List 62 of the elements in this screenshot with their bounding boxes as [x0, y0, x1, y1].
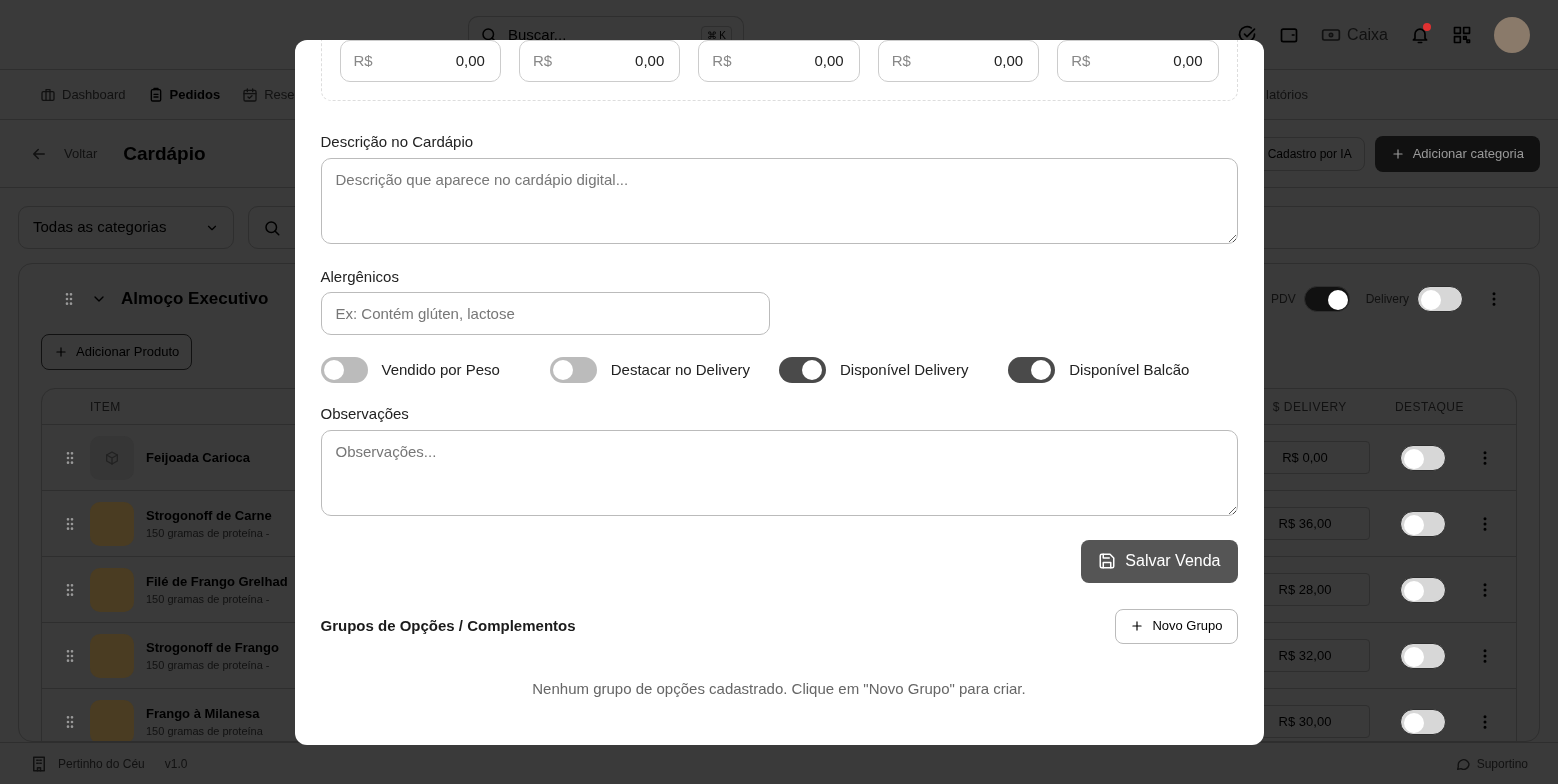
bell-icon[interactable]: [1410, 25, 1430, 45]
field-label: Observações: [320, 404, 410, 424]
currency-prefix: R$: [712, 50, 732, 71]
plus-icon: [54, 344, 68, 359]
save-button[interactable]: Salvar Venda: [1081, 539, 1238, 583]
toggle-label: Disponível Balcão: [1069, 359, 1190, 380]
product-name: Filé de Frango Grelhad: [146, 572, 288, 591]
price-input[interactable]: 0,00: [910, 48, 1026, 74]
product-name: Strogonoff de Frango: [146, 638, 279, 657]
price-field[interactable]: R$ 0,00: [877, 40, 1040, 82]
currency-prefix: R$: [353, 50, 373, 71]
building-icon: [30, 754, 48, 773]
currency-prefix: R$: [532, 50, 553, 71]
product-name: Feijoada Carioca: [146, 448, 251, 467]
section-title: Grupos de Opções / Complementos: [320, 615, 576, 636]
product-name: Strogonoff de Carne: [146, 506, 272, 525]
toggle-switch[interactable]: [320, 357, 368, 383]
featured-toggle[interactable]: [1400, 576, 1446, 603]
category-name: Almoço Executivo: [121, 288, 269, 311]
toggle-switch[interactable]: [1008, 357, 1056, 383]
add-category-button[interactable]: Adicionar categoria: [1374, 136, 1540, 172]
notification-dot: [1423, 23, 1431, 31]
delivery-toggle[interactable]: [1417, 286, 1463, 312]
plus-icon: [1130, 619, 1145, 633]
toggle-switch[interactable]: [549, 357, 597, 383]
add-product-button[interactable]: Adicionar Produto: [41, 334, 193, 370]
page-title: Cardápio: [123, 141, 206, 166]
featured-toggle[interactable]: [1400, 708, 1446, 735]
product-name: Frango à Milanesa: [146, 704, 261, 723]
nav-icon: [242, 87, 259, 103]
featured-toggle[interactable]: [1400, 642, 1446, 669]
price-field[interactable]: R$ 0,00: [1057, 40, 1219, 82]
allergens-field[interactable]: Ex: Contém glúten, lactose: [320, 292, 770, 335]
notes-field[interactable]: Observações...: [320, 429, 1238, 516]
currency-prefix: R$: [1071, 50, 1091, 71]
price-input[interactable]: 0,00: [731, 48, 846, 74]
description-field[interactable]: Descrição que aparece no cardápio digital...: [320, 157, 1238, 244]
price-field[interactable]: R$ 0,00: [339, 40, 501, 82]
pdv-toggle[interactable]: [1303, 286, 1350, 312]
toggle-label: Vendido por Peso: [381, 359, 500, 380]
nav-icon: [40, 87, 56, 103]
save-icon: [1098, 552, 1117, 570]
new-group-button[interactable]: Novo Grupo: [1115, 608, 1238, 644]
toggle-label: Destacar no Delivery: [610, 359, 750, 380]
search-icon: [263, 218, 281, 237]
price-input[interactable]: 0,00: [552, 48, 667, 74]
featured-toggle[interactable]: [1400, 444, 1446, 471]
price-input[interactable]: 0,00: [1090, 48, 1205, 74]
price-field[interactable]: R$ 0,00: [698, 40, 860, 82]
category-select[interactable]: Todas as categorias: [18, 206, 234, 249]
toggle-label: Disponível Delivery: [840, 359, 969, 380]
field-label: Descrição no Cardápio: [320, 132, 475, 152]
featured-toggle[interactable]: [1400, 510, 1446, 537]
field-label: Alergênicos: [320, 266, 400, 287]
plus-icon: [1390, 147, 1405, 161]
avatar[interactable]: [1494, 17, 1530, 53]
currency-prefix: R$: [891, 50, 911, 71]
nav-tab[interactable]: Pedidos: [147, 85, 221, 105]
price-input[interactable]: 0,00: [372, 48, 487, 74]
toggle-switch[interactable]: [779, 357, 826, 383]
price-field[interactable]: R$ 0,00: [518, 40, 681, 82]
empty-state-message: Nenhum grupo de opções cadastrado. Clique em "Novo Grupo" para criar.: [531, 678, 1027, 699]
